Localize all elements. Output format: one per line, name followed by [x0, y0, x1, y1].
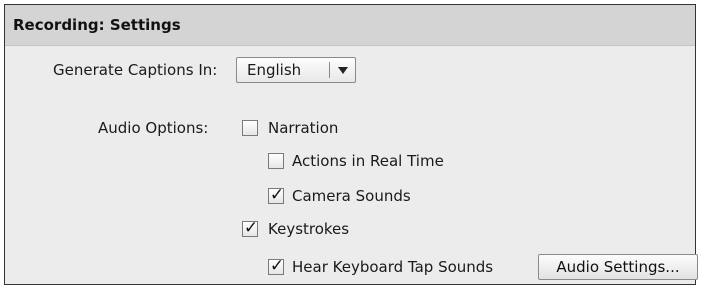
narration-label[interactable]: Narration: [268, 118, 338, 138]
checkmark-icon: ✓: [269, 185, 285, 205]
camera-sounds-label[interactable]: Camera Sounds: [292, 186, 411, 206]
checkmark-icon: ✓: [269, 256, 285, 276]
audio-options-label: Audio Options:: [98, 119, 209, 137]
chevron-down-icon: [338, 67, 348, 74]
actions-in-real-time-label[interactable]: Actions in Real Time: [292, 151, 444, 171]
hear-keyboard-tap-sounds-checkbox[interactable]: ✓: [268, 256, 284, 276]
hear-keyboard-tap-sounds-label[interactable]: Hear Keyboard Tap Sounds: [292, 257, 493, 277]
captions-language-dropdown[interactable]: English: [236, 57, 356, 83]
panel-title: Recording: Settings: [5, 5, 695, 46]
keystrokes-checkbox[interactable]: ✓: [242, 218, 258, 238]
checkmark-icon: ✓: [243, 218, 259, 238]
captions-label: Generate Captions In:: [53, 61, 218, 79]
narration-checkbox[interactable]: [242, 120, 258, 136]
actions-in-real-time-checkbox[interactable]: [268, 153, 284, 169]
captions-language-value: English: [247, 61, 302, 79]
recording-settings-panel: Recording: Settings: [4, 4, 696, 285]
keystrokes-label[interactable]: Keystrokes: [268, 219, 349, 239]
audio-settings-button[interactable]: Audio Settings...: [538, 254, 698, 280]
camera-sounds-checkbox[interactable]: ✓: [268, 185, 284, 205]
dropdown-separator: [329, 62, 330, 78]
